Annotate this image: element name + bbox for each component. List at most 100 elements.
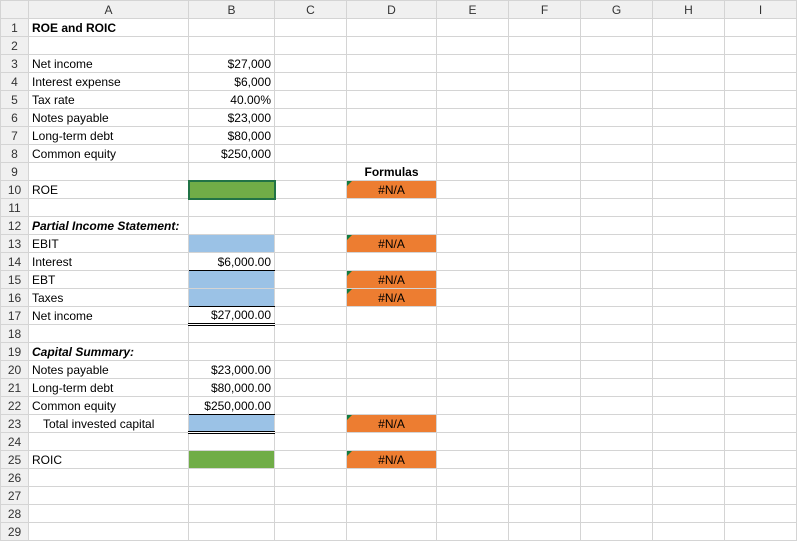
row-header-13[interactable]: 13 (1, 235, 29, 253)
cell-A13[interactable]: EBIT (29, 235, 189, 253)
row-header-26[interactable]: 26 (1, 469, 29, 487)
col-header-D[interactable]: D (347, 1, 437, 19)
cell-B6[interactable]: $23,000 (189, 109, 275, 127)
row-24: 24 (1, 433, 797, 451)
row-header-22[interactable]: 22 (1, 397, 29, 415)
col-header-C[interactable]: C (275, 1, 347, 19)
cell-D23[interactable]: #N/A (347, 415, 437, 433)
cell-D15[interactable]: #N/A (347, 271, 437, 289)
row-header-5[interactable]: 5 (1, 91, 29, 109)
cell-A19[interactable]: Capital Summary: (29, 343, 189, 361)
cell-A25[interactable]: ROIC (29, 451, 189, 469)
row-header-18[interactable]: 18 (1, 325, 29, 343)
col-header-H[interactable]: H (653, 1, 725, 19)
cell-A21[interactable]: Long-term debt (29, 379, 189, 397)
cell-D10[interactable]: #N/A (347, 181, 437, 199)
cell-B7[interactable]: $80,000 (189, 127, 275, 145)
cell-A22[interactable]: Common equity (29, 397, 189, 415)
row-14: 14 Interest $6,000.00 (1, 253, 797, 271)
row-20: 20 Notes payable $23,000.00 (1, 361, 797, 379)
row-11: 11 (1, 199, 797, 217)
spreadsheet-grid[interactable]: A B C D E F G H I 1 ROE and ROIC 2 3 Net… (0, 0, 797, 541)
cell-A16[interactable]: Taxes (29, 289, 189, 307)
cell-A7[interactable]: Long-term debt (29, 127, 189, 145)
row-header-4[interactable]: 4 (1, 73, 29, 91)
row-5: 5 Tax rate 40.00% (1, 91, 797, 109)
row-header-8[interactable]: 8 (1, 145, 29, 163)
cell-B13[interactable] (189, 235, 275, 253)
row-25: 25 ROIC #N/A (1, 451, 797, 469)
cell-A4[interactable]: Interest expense (29, 73, 189, 91)
cell-A6[interactable]: Notes payable (29, 109, 189, 127)
row-4: 4 Interest expense $6,000 (1, 73, 797, 91)
cell-B21[interactable]: $80,000.00 (189, 379, 275, 397)
row-header-23[interactable]: 23 (1, 415, 29, 433)
cell-A3[interactable]: Net income (29, 55, 189, 73)
row-header-9[interactable]: 9 (1, 163, 29, 181)
row-header-25[interactable]: 25 (1, 451, 29, 469)
row-header-24[interactable]: 24 (1, 433, 29, 451)
row-header-17[interactable]: 17 (1, 307, 29, 325)
row-header-6[interactable]: 6 (1, 109, 29, 127)
col-header-F[interactable]: F (509, 1, 581, 19)
cell-A1[interactable]: ROE and ROIC (29, 19, 189, 37)
row-header-20[interactable]: 20 (1, 361, 29, 379)
cell-D16[interactable]: #N/A (347, 289, 437, 307)
cell-A5[interactable]: Tax rate (29, 91, 189, 109)
row-21: 21 Long-term debt $80,000.00 (1, 379, 797, 397)
select-all-corner[interactable] (1, 1, 29, 19)
cell-B15[interactable] (189, 271, 275, 289)
cell-B17[interactable]: $27,000.00 (189, 307, 275, 325)
cell-B14[interactable]: $6,000.00 (189, 253, 275, 271)
cell-B8[interactable]: $250,000 (189, 145, 275, 163)
row-18: 18 (1, 325, 797, 343)
col-header-A[interactable]: A (29, 1, 189, 19)
row-23: 23 Total invested capital #N/A (1, 415, 797, 433)
cell-A20[interactable]: Notes payable (29, 361, 189, 379)
row-header-28[interactable]: 28 (1, 505, 29, 523)
row-header-3[interactable]: 3 (1, 55, 29, 73)
row-12: 12 Partial Income Statement: (1, 217, 797, 235)
row-3: 3 Net income $27,000 (1, 55, 797, 73)
cell-B16[interactable] (189, 289, 275, 307)
cell-A8[interactable]: Common equity (29, 145, 189, 163)
row-header-19[interactable]: 19 (1, 343, 29, 361)
cell-D25[interactable]: #N/A (347, 451, 437, 469)
row-header-1[interactable]: 1 (1, 19, 29, 37)
cell-D13[interactable]: #N/A (347, 235, 437, 253)
row-13: 13 EBIT #N/A (1, 235, 797, 253)
cell-A14[interactable]: Interest (29, 253, 189, 271)
row-header-10[interactable]: 10 (1, 181, 29, 199)
col-header-E[interactable]: E (437, 1, 509, 19)
row-header-14[interactable]: 14 (1, 253, 29, 271)
row-header-15[interactable]: 15 (1, 271, 29, 289)
row-header-21[interactable]: 21 (1, 379, 29, 397)
cell-A12[interactable]: Partial Income Statement: (29, 217, 189, 235)
row-header-11[interactable]: 11 (1, 199, 29, 217)
cell-D9[interactable]: Formulas (347, 163, 437, 181)
col-header-I[interactable]: I (725, 1, 797, 19)
cell-A23[interactable]: Total invested capital (29, 415, 189, 433)
row-header-7[interactable]: 7 (1, 127, 29, 145)
row-header-2[interactable]: 2 (1, 37, 29, 55)
row-header-16[interactable]: 16 (1, 289, 29, 307)
cell-B3[interactable]: $27,000 (189, 55, 275, 73)
row-26: 26 (1, 469, 797, 487)
cell-A15[interactable]: EBT (29, 271, 189, 289)
cell-B23[interactable] (189, 415, 275, 433)
col-header-B[interactable]: B (189, 1, 275, 19)
cell-B4[interactable]: $6,000 (189, 73, 275, 91)
cell-A10[interactable]: ROE (29, 181, 189, 199)
row-header-29[interactable]: 29 (1, 523, 29, 541)
cell-B5[interactable]: 40.00% (189, 91, 275, 109)
row-17: 17 Net income $27,000.00 (1, 307, 797, 325)
cell-B20[interactable]: $23,000.00 (189, 361, 275, 379)
cell-A17[interactable]: Net income (29, 307, 189, 325)
cell-B1[interactable] (189, 19, 275, 37)
row-header-27[interactable]: 27 (1, 487, 29, 505)
cell-B22[interactable]: $250,000.00 (189, 397, 275, 415)
col-header-G[interactable]: G (581, 1, 653, 19)
row-header-12[interactable]: 12 (1, 217, 29, 235)
cell-B10-active[interactable] (189, 181, 275, 199)
cell-B25[interactable] (189, 451, 275, 469)
